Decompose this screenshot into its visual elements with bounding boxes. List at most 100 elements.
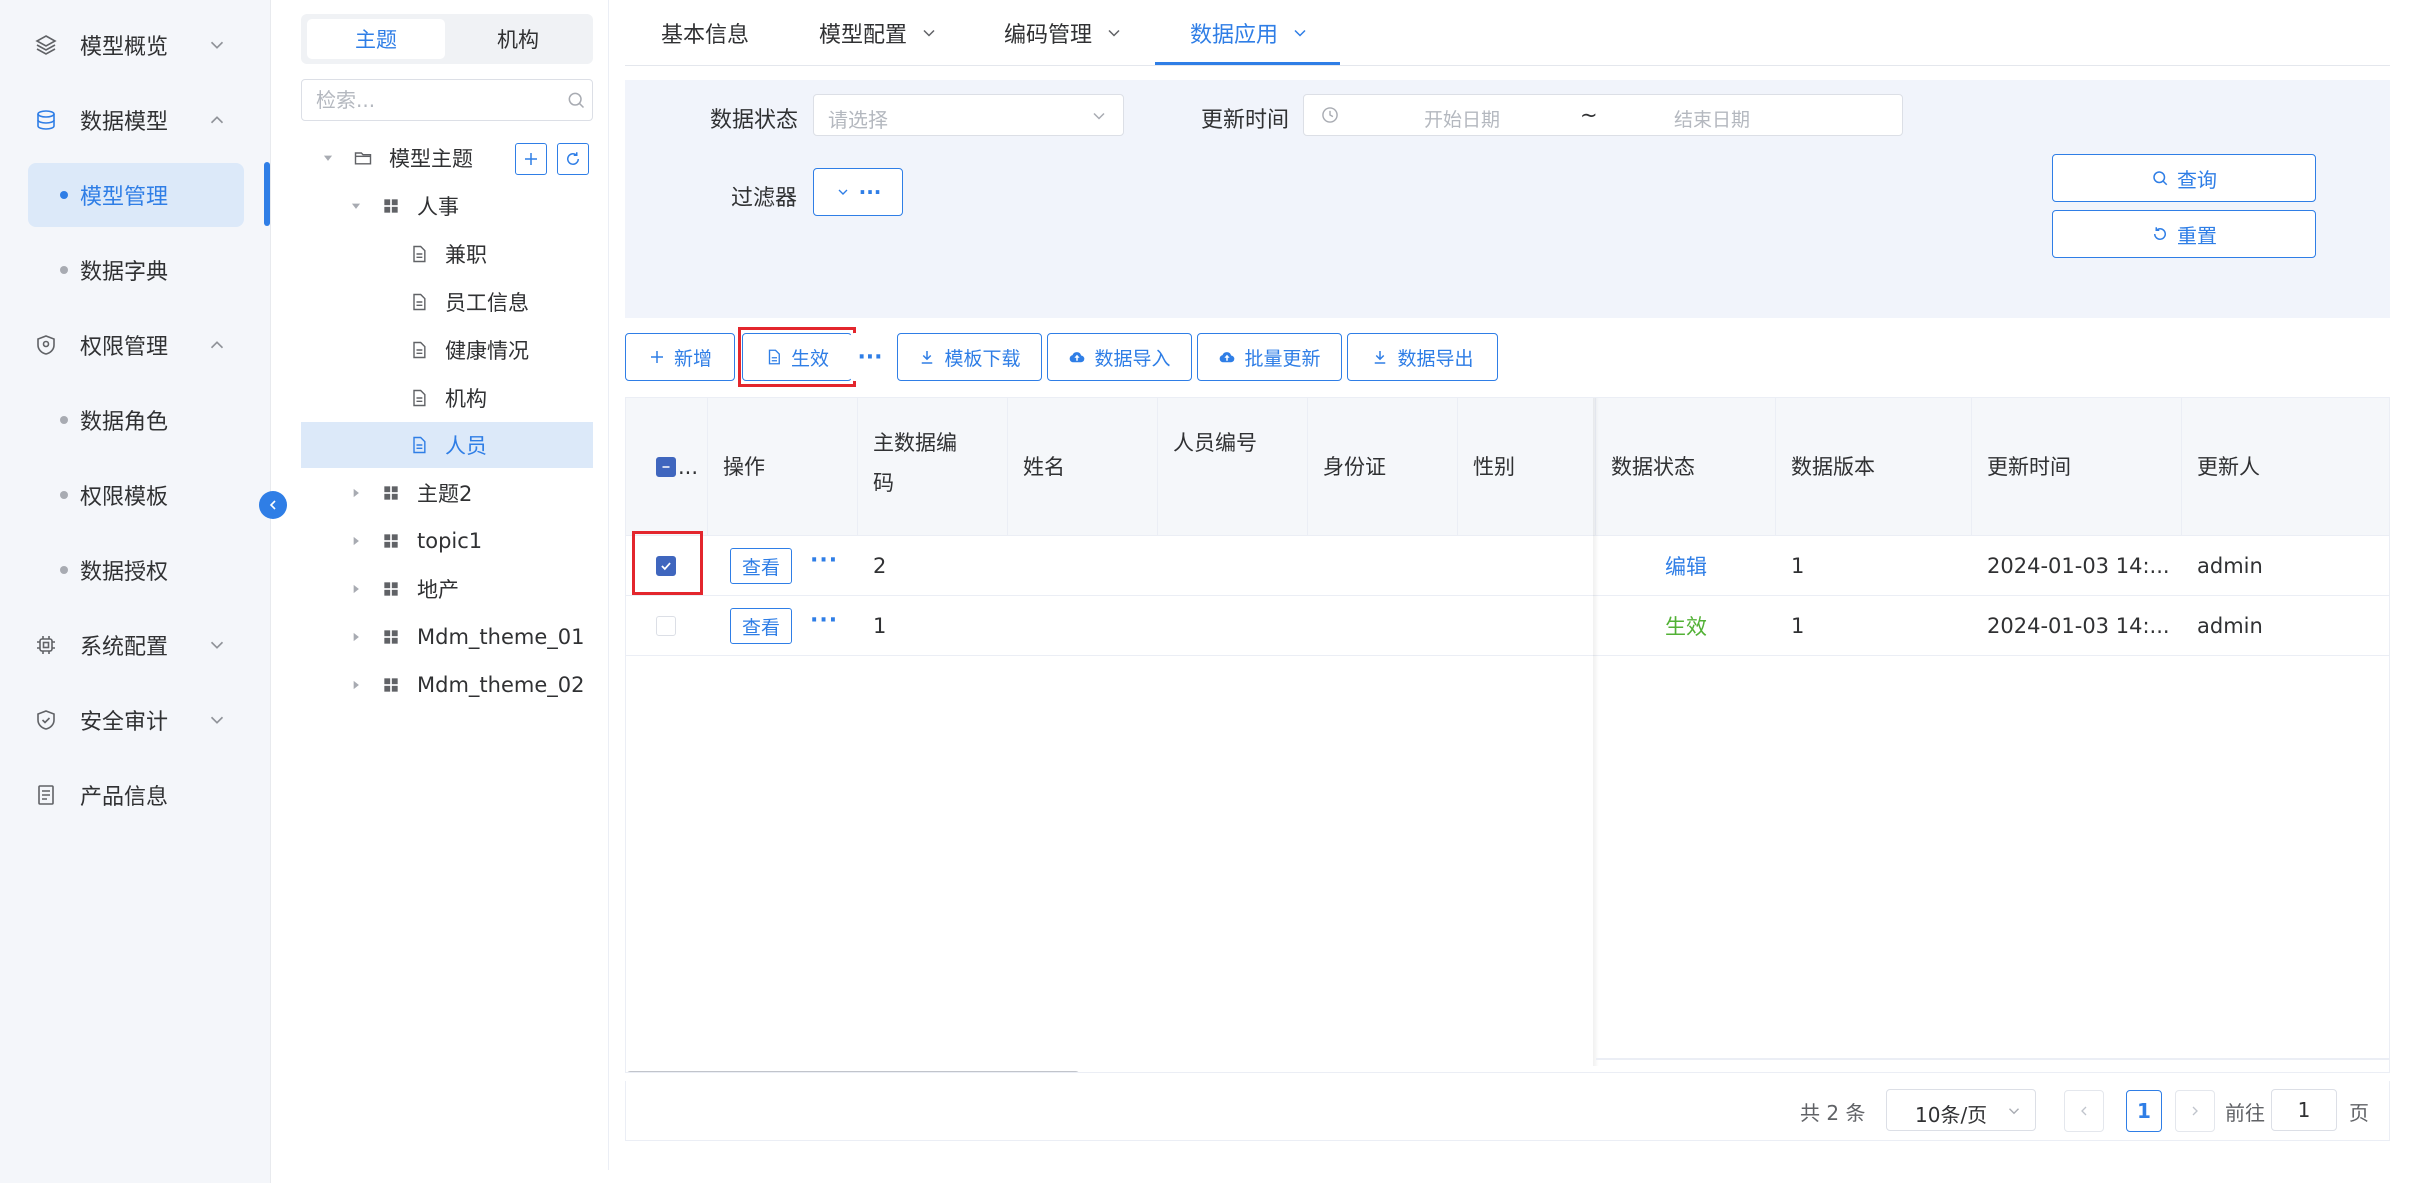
add-node-button[interactable] bbox=[515, 143, 547, 175]
tree-node-real-estate[interactable]: 地产 bbox=[301, 566, 593, 612]
chevron-down-icon bbox=[923, 29, 935, 37]
query-button[interactable]: 查询 bbox=[2052, 154, 2316, 202]
row-more-button[interactable]: ··· bbox=[810, 548, 838, 573]
template-download-button[interactable]: 模板下载 bbox=[897, 333, 1042, 381]
nav-item-model-overview[interactable]: 模型概览 bbox=[0, 13, 271, 77]
sidebar-item-data-authorization[interactable]: 数据授权 bbox=[28, 538, 244, 602]
add-button[interactable]: 新增 bbox=[625, 333, 735, 381]
tree-node-model-subject[interactable]: 模型主题 bbox=[301, 135, 593, 181]
sidebar-item-label: 数据角色 bbox=[80, 410, 169, 435]
nav-item-security-audit[interactable]: 安全审计 bbox=[0, 688, 271, 752]
page-suffix: 页 bbox=[2349, 1101, 2369, 1125]
minus-icon bbox=[662, 466, 670, 468]
table-row[interactable]: 查看 ··· 2 编辑 1 2024-01-03 14:... admin bbox=[626, 531, 2389, 596]
prev-page-button[interactable] bbox=[2064, 1090, 2104, 1132]
goto-page-input[interactable] bbox=[2272, 1090, 2336, 1130]
start-date-input[interactable]: 开始日期 bbox=[1424, 105, 1500, 132]
tree-node-hr[interactable]: 人事 bbox=[301, 183, 593, 229]
plus-icon bbox=[525, 153, 537, 165]
header-operation: 操作 bbox=[708, 398, 858, 536]
tree-node-label: 人员 bbox=[445, 434, 487, 458]
total-count: 共 2 条 bbox=[1800, 1101, 1866, 1125]
reset-button[interactable]: 重置 bbox=[2052, 210, 2316, 258]
sidebar-item-data-role[interactable]: 数据角色 bbox=[28, 388, 244, 452]
tree-node-label: topic1 bbox=[417, 529, 483, 553]
refresh-tree-button[interactable] bbox=[557, 143, 589, 175]
tree-node-part-time[interactable]: 兼职 bbox=[301, 231, 593, 277]
chevron-down-icon bbox=[210, 716, 224, 724]
folder-icon bbox=[354, 152, 372, 165]
sidebar-item-permission-template[interactable]: 权限模板 bbox=[28, 463, 244, 527]
chevron-down-icon bbox=[1294, 29, 1306, 37]
tab-code-management[interactable]: 编码管理 bbox=[1004, 0, 1124, 66]
tree-node-personnel[interactable]: 人员 bbox=[301, 422, 593, 468]
caret-right-icon[interactable] bbox=[349, 486, 363, 500]
header-updater: 更新人 bbox=[2182, 398, 2389, 536]
tree-node-health[interactable]: 健康情况 bbox=[301, 327, 593, 373]
tree-node-subject2[interactable]: 主题2 bbox=[301, 470, 593, 516]
tree-node-employee-info[interactable]: 员工信息 bbox=[301, 279, 593, 325]
view-button[interactable]: 查看 bbox=[730, 548, 792, 584]
nav-item-permission-management[interactable]: 权限管理 bbox=[0, 313, 271, 377]
caret-down-icon[interactable] bbox=[349, 199, 363, 213]
data-export-button[interactable]: 数据导出 bbox=[1347, 333, 1498, 381]
cell-master-code: 1 bbox=[873, 614, 887, 638]
caret-right-icon[interactable] bbox=[349, 534, 363, 548]
next-page-button[interactable] bbox=[2175, 1090, 2215, 1132]
nav-item-product-info[interactable]: 产品信息 bbox=[0, 763, 271, 827]
header-update-time: 更新时间 bbox=[1972, 398, 2182, 536]
goto-page-field bbox=[2271, 1089, 2337, 1131]
page-number-1[interactable]: 1 bbox=[2126, 1090, 2162, 1132]
document-icon bbox=[413, 341, 426, 359]
caret-right-icon[interactable] bbox=[349, 630, 363, 644]
segment-subject[interactable]: 主题 bbox=[307, 19, 445, 59]
shield-check-icon bbox=[37, 710, 55, 730]
filter-dropdown-button[interactable]: ··· bbox=[813, 168, 903, 216]
horizontal-scrollbar[interactable] bbox=[626, 1071, 1080, 1072]
tree-node-topic1[interactable]: topic1 bbox=[301, 518, 593, 564]
select-all-checkbox[interactable] bbox=[656, 457, 676, 477]
table-row[interactable]: 查看 ··· 1 生效 1 2024-01-03 14:... admin bbox=[626, 596, 2389, 656]
sidebar-collapse-button[interactable] bbox=[259, 491, 287, 519]
data-import-button[interactable]: 数据导入 bbox=[1047, 333, 1192, 381]
header-name: 姓名 bbox=[1008, 398, 1158, 536]
nav-item-data-model[interactable]: 数据模型 bbox=[0, 88, 271, 152]
caret-right-icon[interactable] bbox=[349, 678, 363, 692]
tab-basic-info[interactable]: 基本信息 bbox=[661, 0, 749, 66]
sidebar-item-data-dictionary[interactable]: 数据字典 bbox=[28, 238, 244, 302]
tree-node-organization[interactable]: 机构 bbox=[301, 375, 593, 421]
tree-node-mdm-theme-02[interactable]: Mdm_theme_02 bbox=[301, 662, 593, 708]
nav-item-label: 模型概览 bbox=[80, 35, 169, 60]
date-range-picker[interactable]: 开始日期 ~ 结束日期 bbox=[1303, 94, 1903, 136]
tab-model-config[interactable]: 模型配置 bbox=[819, 0, 939, 66]
database-icon bbox=[37, 110, 55, 130]
tree-node-mdm-theme-01[interactable]: Mdm_theme_01 bbox=[301, 614, 593, 660]
document-icon bbox=[413, 436, 426, 454]
caret-right-icon[interactable] bbox=[349, 582, 363, 596]
view-button[interactable]: 查看 bbox=[730, 608, 792, 644]
chevron-down-icon bbox=[2009, 1108, 2019, 1115]
header-label: 更新时间 bbox=[1987, 455, 2071, 479]
tab-data-application[interactable]: 数据应用 bbox=[1190, 0, 1310, 66]
status-select[interactable]: 请选择 bbox=[813, 94, 1124, 136]
row-checkbox[interactable] bbox=[656, 616, 676, 636]
nav-item-label: 权限管理 bbox=[80, 335, 169, 360]
header-employee-no: 人员编号 bbox=[1158, 398, 1308, 536]
refresh-icon bbox=[567, 152, 579, 165]
dot bbox=[60, 491, 68, 499]
page-size-select[interactable]: 10条/页 bbox=[1886, 1089, 2036, 1131]
nav-item-system-config[interactable]: 系统配置 bbox=[0, 613, 271, 677]
caret-down-icon[interactable] bbox=[321, 151, 335, 165]
document-icon bbox=[413, 293, 426, 311]
active-dot bbox=[60, 191, 68, 199]
segment-organization[interactable]: 机构 bbox=[449, 19, 587, 59]
row-more-button[interactable]: ··· bbox=[810, 608, 838, 633]
more-actions-button[interactable]: ··· bbox=[850, 333, 890, 381]
chevron-down-icon bbox=[210, 41, 224, 49]
batch-update-button[interactable]: 批量更新 bbox=[1197, 333, 1342, 381]
template-download-label: 模板下载 bbox=[944, 347, 1021, 370]
end-date-input[interactable]: 结束日期 bbox=[1674, 105, 1750, 132]
tree-search-input[interactable] bbox=[316, 80, 556, 120]
sidebar-item-model-management[interactable]: 模型管理 bbox=[28, 163, 244, 227]
tab-label: 编码管理 bbox=[1004, 23, 1093, 48]
